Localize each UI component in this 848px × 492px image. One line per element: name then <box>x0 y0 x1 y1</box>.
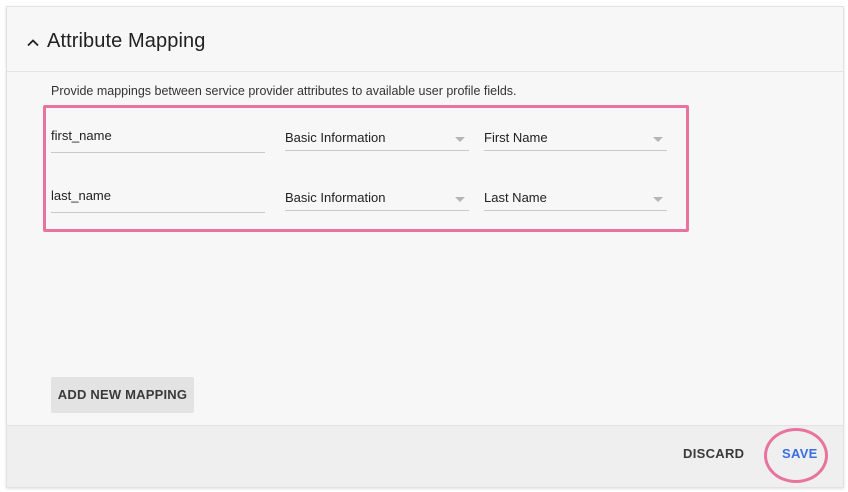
attribute-mapping-card: Attribute Mapping Provide mappings betwe… <box>6 6 844 488</box>
profile-field-value: Last Name <box>484 190 547 205</box>
section-header: Attribute Mapping <box>7 7 843 72</box>
save-button[interactable]: SAVE <box>782 446 818 461</box>
category-value: Basic Information <box>285 190 386 205</box>
attribute-name-value: last_name <box>51 188 111 203</box>
category-value: Basic Information <box>285 130 386 145</box>
dropdown-arrow-icon <box>455 197 465 202</box>
attribute-name-input[interactable]: first_name <box>51 126 265 153</box>
profile-field-value: First Name <box>484 130 548 145</box>
discard-button[interactable]: DISCARD <box>683 446 744 461</box>
add-new-mapping-button[interactable]: ADD NEW MAPPING <box>51 377 194 413</box>
profile-field-select[interactable]: Last Name <box>484 188 667 211</box>
dropdown-arrow-icon <box>653 137 663 142</box>
action-footer: DISCARD SAVE <box>7 425 843 487</box>
dropdown-arrow-icon <box>653 197 663 202</box>
section-description: Provide mappings between service provide… <box>51 84 517 98</box>
section-title: Attribute Mapping <box>47 30 206 52</box>
chevron-up-icon[interactable] <box>25 35 41 51</box>
attribute-name-value: first_name <box>51 128 112 143</box>
attribute-name-input[interactable]: last_name <box>51 186 265 213</box>
dropdown-arrow-icon <box>455 137 465 142</box>
category-select[interactable]: Basic Information <box>285 188 469 211</box>
profile-field-select[interactable]: First Name <box>484 128 667 151</box>
category-select[interactable]: Basic Information <box>285 128 469 151</box>
